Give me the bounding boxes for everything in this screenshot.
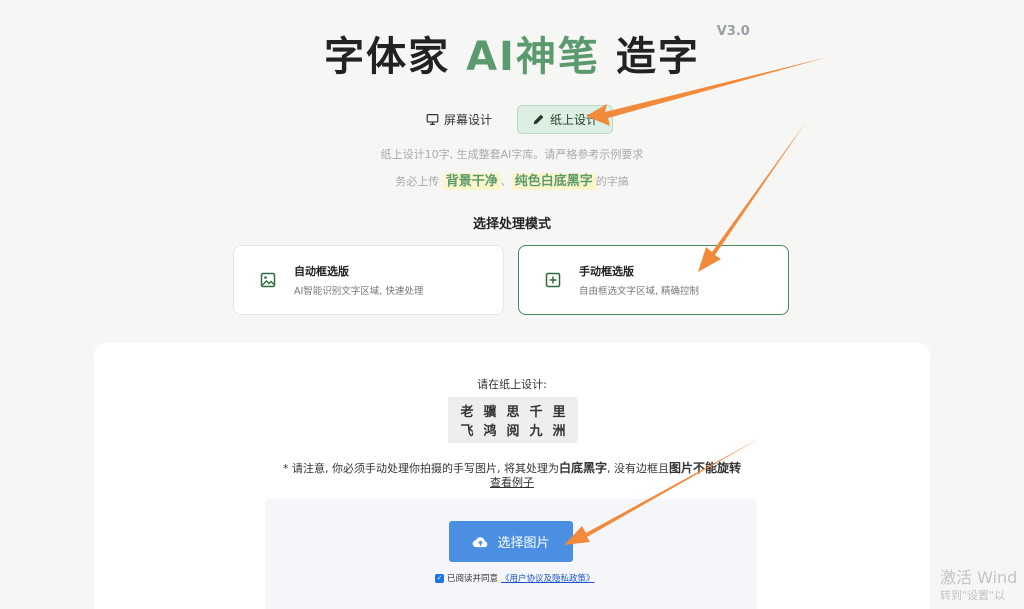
auto-select-card[interactable]: 自动框选版 AI智能识别文字区域, 快速处理 xyxy=(233,245,504,315)
char: 老 xyxy=(460,405,474,420)
note-bold-no-rotate: 图片不能旋转 xyxy=(668,461,741,475)
hint-separator: 、 xyxy=(500,175,512,188)
title-accent: AI神笔 xyxy=(466,34,600,80)
design-mode-tabs: 屏幕设计 纸上设计 xyxy=(0,105,1024,134)
view-example-link[interactable]: 查看例子 xyxy=(0,474,1024,490)
char: 里 xyxy=(552,405,566,420)
char: 洲 xyxy=(552,424,566,439)
app-title: 字体家 AI神笔 造字 V3.0 xyxy=(324,24,750,82)
note-bold-white-black: 白底黑字 xyxy=(558,461,607,475)
highlight-clean-bg: 背景干净 xyxy=(442,173,501,190)
pencil-icon xyxy=(533,114,544,125)
sample-characters: 老 骥 思 千 里 飞 鸿 阅 九 洲 xyxy=(448,397,578,443)
tab-paper-design[interactable]: 纸上设计 xyxy=(517,105,614,134)
choose-image-label: 选择图片 xyxy=(497,536,550,551)
char: 阅 xyxy=(506,424,520,439)
image-icon xyxy=(260,272,276,288)
hint-line2: 务必上传 背景干净、纯色白底黑字 的字搞 xyxy=(0,170,1024,190)
hint-prefix: 务必上传 xyxy=(395,175,440,188)
manual-card-title: 手动框选版 xyxy=(579,265,634,278)
char: 鸿 xyxy=(483,424,497,439)
char: 骥 xyxy=(483,405,497,420)
char: 思 xyxy=(506,405,520,420)
char-row-1: 老 骥 思 千 里 xyxy=(448,403,578,422)
agreement-row: ✓ 已阅读并同意 《用户协议及隐私政策》 xyxy=(435,572,595,584)
manual-card-desc: 自由框选文字区域, 精确控制 xyxy=(579,286,700,297)
title-part2: 造字 xyxy=(599,34,700,80)
hint-suffix: 的字搞 xyxy=(595,175,629,188)
char: 千 xyxy=(529,405,543,420)
highlight-white-black: 纯色白底黑字 xyxy=(511,173,596,190)
char-row-2: 飞 鸿 阅 九 洲 xyxy=(448,422,578,441)
windows-activation-watermark: 激活 Wind 转到"设置"以 xyxy=(940,567,1017,603)
watermark-line1: 激活 Wind xyxy=(940,568,1018,587)
agree-text: 已阅读并同意 xyxy=(447,574,499,584)
title-part1: 字体家 xyxy=(324,34,467,80)
header: 字体家 AI神笔 造字 V3.0 xyxy=(0,24,1024,82)
design-prompt: 请在纸上设计: xyxy=(477,378,547,391)
agree-checkbox[interactable]: ✓ xyxy=(435,573,444,583)
plus-square-icon xyxy=(545,272,561,288)
char: 飞 xyxy=(460,424,474,439)
tab-screen-design[interactable]: 屏幕设计 xyxy=(411,105,507,134)
version-badge: V3.0 xyxy=(716,24,750,39)
process-mode-title: 选择处理模式 xyxy=(472,217,551,232)
auto-card-desc: AI智能识别文字区域, 快速处理 xyxy=(294,286,424,297)
monitor-icon xyxy=(426,114,439,125)
hint-line1: 纸上设计10字, 生成整套AI字库。请严格参考示例要求 xyxy=(380,148,644,161)
char: 九 xyxy=(529,424,543,439)
tab-screen-label: 屏幕设计 xyxy=(443,113,492,127)
watermark-line2: 转到"设置"以 xyxy=(940,589,1006,602)
policy-link[interactable]: 《用户协议及隐私政策》 xyxy=(501,572,595,584)
auto-card-title: 自动框选版 xyxy=(294,265,349,278)
tab-paper-label: 纸上设计 xyxy=(550,113,599,127)
choose-image-button[interactable]: 选择图片 xyxy=(449,521,573,562)
manual-select-card[interactable]: 手动框选版 自由框选文字区域, 精确控制 xyxy=(518,245,789,315)
cloud-upload-icon xyxy=(473,536,488,547)
